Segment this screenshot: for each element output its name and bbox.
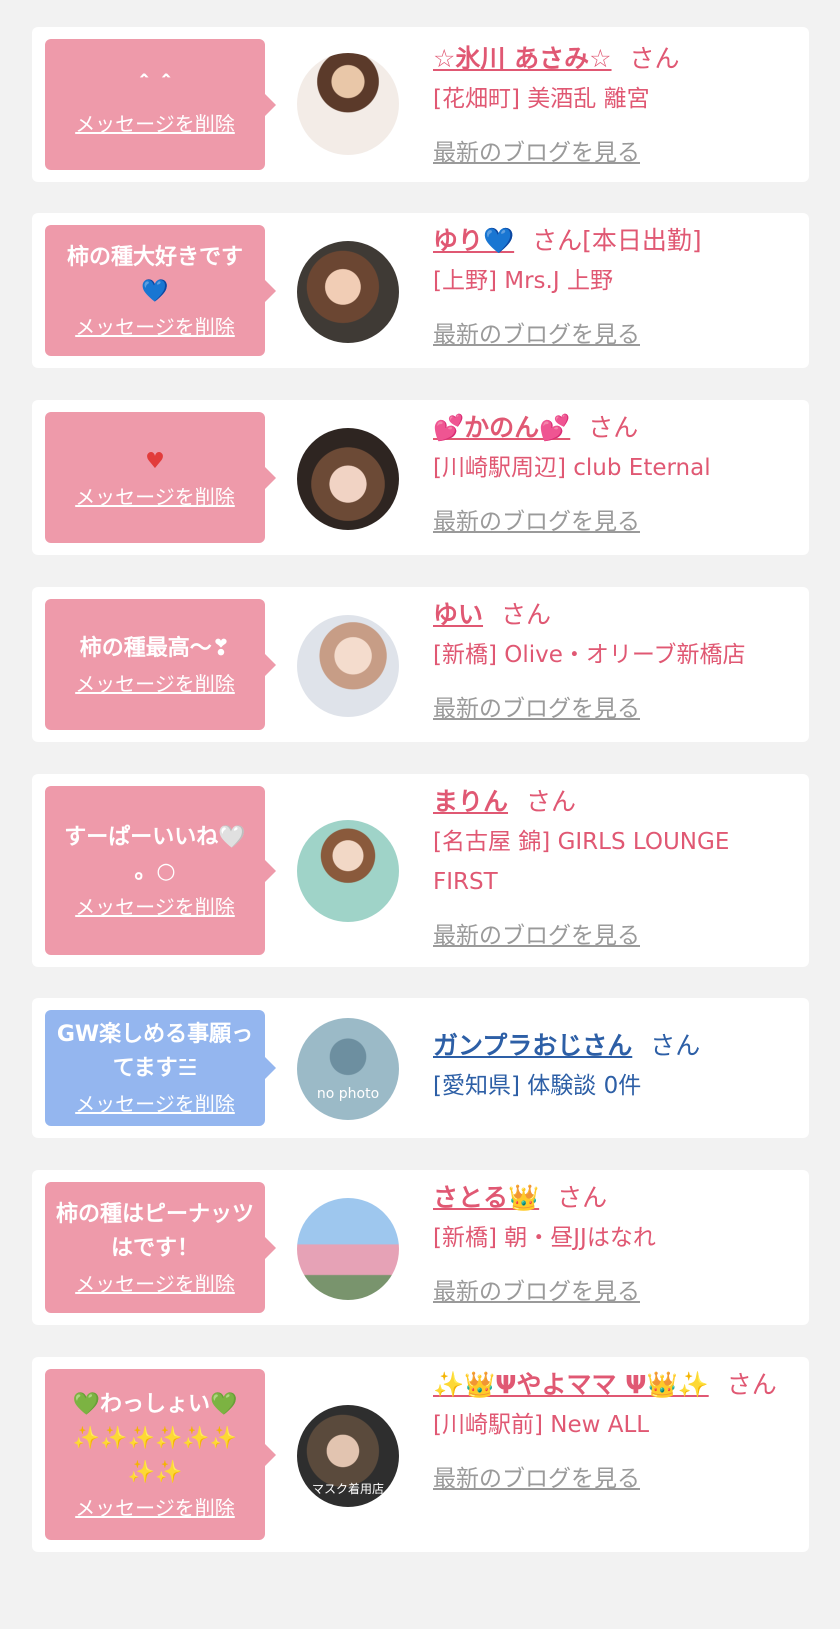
shop-info: [名古屋 錦] GIRLS LOUNGE FIRST xyxy=(433,829,730,895)
honorific: さん xyxy=(501,600,552,629)
avatar[interactable] xyxy=(297,241,399,343)
latest-blog-link[interactable]: 最新のブログを見る xyxy=(433,502,640,536)
message-bubble: 柿の種最高〜❣ メッセージを削除 xyxy=(45,599,276,730)
message-bubble: ♥ メッセージを削除 xyxy=(45,412,276,543)
shop-info: [花畑町] 美酒乱 離宮 xyxy=(433,86,650,112)
user-name[interactable]: ガンプラおじさん xyxy=(433,1031,632,1060)
delete-message-link[interactable]: メッセージを削除 xyxy=(75,483,235,511)
delete-message-link[interactable]: メッセージを削除 xyxy=(75,110,235,138)
message-bubble: 柿の種はピーナッツはです！ メッセージを削除 xyxy=(45,1182,276,1313)
list-item: ♥ メッセージを削除 💕かのん💕 さん [川崎駅周辺] club Eternal … xyxy=(32,400,809,555)
list-item: 💚わっしょい💚 ✨✨✨✨✨✨ ✨✨ メッセージを削除 マスク着用店 ✨👑Ψやよマ… xyxy=(32,1357,809,1552)
latest-blog-link[interactable]: 最新のブログを見る xyxy=(433,916,640,950)
user-name[interactable]: さとる👑 xyxy=(433,1183,539,1212)
message-text: GW楽しめる事願ってます☱ xyxy=(56,1022,254,1081)
message-bubble: GW楽しめる事願ってます☱ メッセージを削除 xyxy=(45,1010,276,1126)
no-photo-label: no photo xyxy=(316,1086,380,1102)
honorific: さん xyxy=(650,1031,701,1060)
message-text: ＾＾ xyxy=(132,75,177,101)
list-item: 柿の種最高〜❣ メッセージを削除 ゆい さん [新橋] Olive・オリーブ新橋店… xyxy=(32,587,809,742)
avatar[interactable]: no photo xyxy=(297,1018,399,1120)
delete-message-link[interactable]: メッセージを削除 xyxy=(75,893,235,921)
latest-blog-link[interactable]: 最新のブログを見る xyxy=(433,133,640,167)
shop-info: [上野] Mrs.J 上野 xyxy=(433,268,613,294)
message-bubble: ＾＾ メッセージを削除 xyxy=(45,39,276,170)
list-item: 柿の種大好きです 💙 メッセージを削除 ゆり💙 さん[本日出勤] [上野] Mrs… xyxy=(32,213,809,368)
honorific: さん xyxy=(629,44,680,73)
avatar[interactable] xyxy=(297,615,399,717)
shop-info: [新橋] 朝・昼JJはなれ xyxy=(433,1225,656,1251)
message-text: 💚わっしょい💚 ✨✨✨✨✨✨ ✨✨ xyxy=(72,1391,238,1485)
list-item: GW楽しめる事願ってます☱ メッセージを削除 no photo ガンプラおじさん… xyxy=(32,998,809,1138)
status-badge: [本日出勤] xyxy=(582,226,702,255)
list-item: 柿の種はピーナッツはです！ メッセージを削除 さとる👑 さん [新橋] 朝・昼JJ… xyxy=(32,1170,809,1325)
message-bubble: すーぱーいいね🤍 。○ メッセージを削除 xyxy=(45,786,276,955)
user-name[interactable]: ✨👑Ψやよママ Ψ👑✨ xyxy=(433,1370,709,1399)
list-item: すーぱーいいね🤍 。○ メッセージを削除 まりん さん [名古屋 錦] GIRLS… xyxy=(32,774,809,967)
user-name[interactable]: 💕かのん💕 xyxy=(433,413,570,442)
avatar-caption: マスク着用店 xyxy=(311,1482,384,1496)
shop-info: [川崎駅周辺] club Eternal xyxy=(433,455,711,481)
user-name[interactable]: ゆり💙 xyxy=(433,226,514,255)
delete-message-link[interactable]: メッセージを削除 xyxy=(75,1090,235,1118)
honorific: さん xyxy=(588,413,639,442)
message-text: 柿の種最高〜❣ xyxy=(79,635,231,661)
delete-message-link[interactable]: メッセージを削除 xyxy=(75,670,235,698)
message-bubble: 柿の種大好きです 💙 メッセージを削除 xyxy=(45,225,276,356)
latest-blog-link[interactable]: 最新のブログを見る xyxy=(433,315,640,349)
delete-message-link[interactable]: メッセージを削除 xyxy=(75,1494,235,1522)
avatar[interactable] xyxy=(297,820,399,922)
avatar[interactable] xyxy=(297,53,399,155)
delete-message-link[interactable]: メッセージを削除 xyxy=(75,313,235,341)
user-name[interactable]: まりん xyxy=(433,787,508,816)
latest-blog-link[interactable]: 最新のブログを見る xyxy=(433,1272,640,1306)
avatar[interactable] xyxy=(297,1198,399,1300)
user-name[interactable]: ゆい xyxy=(433,600,483,629)
avatar[interactable] xyxy=(297,428,399,530)
list-item: ＾＾ メッセージを削除 ☆氷川 あさみ☆ さん [花畑町] 美酒乱 離宮 最新のブ… xyxy=(32,27,809,182)
latest-blog-link[interactable]: 最新のブログを見る xyxy=(433,1459,640,1493)
honorific: さん xyxy=(557,1183,608,1212)
shop-info: [新橋] Olive・オリーブ新橋店 xyxy=(433,642,746,668)
user-name[interactable]: ☆氷川 あさみ☆ xyxy=(433,44,612,73)
honorific: さん xyxy=(726,1370,777,1399)
honorific: さん xyxy=(532,226,583,255)
shop-info: [愛知県] 体験談 0件 xyxy=(433,1073,642,1099)
message-text: すーぱーいいね🤍 。○ xyxy=(64,824,246,884)
honorific: さん xyxy=(526,787,577,816)
avatar[interactable]: マスク着用店 xyxy=(297,1405,399,1507)
shop-info: [川崎駅前] New ALL xyxy=(433,1412,650,1438)
message-text: 柿の種はピーナッツはです！ xyxy=(55,1201,254,1261)
message-text: 柿の種大好きです 💙 xyxy=(66,244,243,304)
message-bubble: 💚わっしょい💚 ✨✨✨✨✨✨ ✨✨ メッセージを削除 xyxy=(45,1369,276,1540)
message-text: ♥ xyxy=(145,448,165,474)
latest-blog-link[interactable]: 最新のブログを見る xyxy=(433,689,640,723)
delete-message-link[interactable]: メッセージを削除 xyxy=(75,1270,235,1298)
message-list: ＾＾ メッセージを削除 ☆氷川 あさみ☆ さん [花畑町] 美酒乱 離宮 最新のブ… xyxy=(0,0,840,1629)
